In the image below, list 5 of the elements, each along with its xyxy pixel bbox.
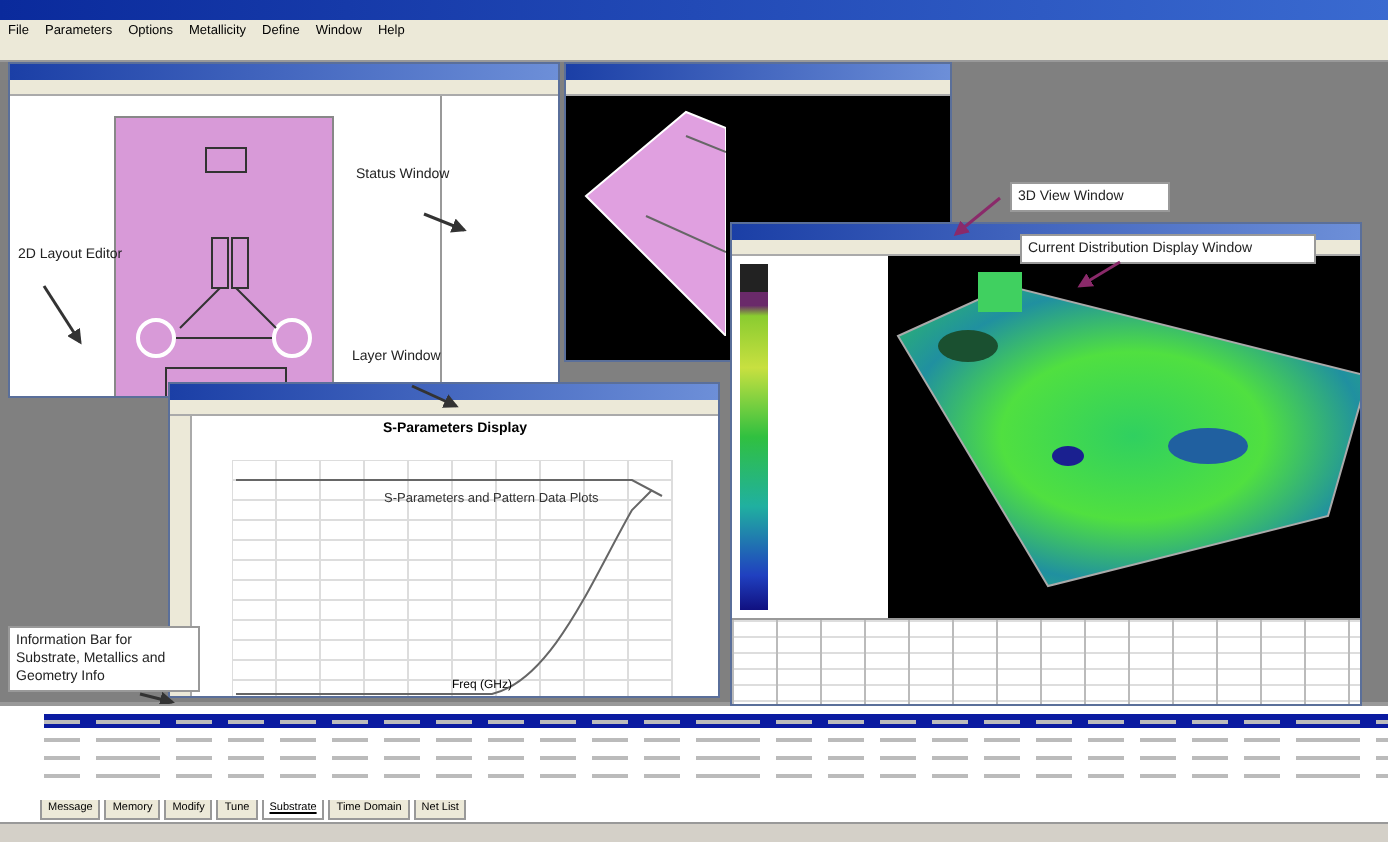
current-spot [1168, 428, 1248, 464]
info-row[interactable] [44, 714, 1388, 728]
current-spot [1052, 446, 1084, 466]
connector-block [978, 272, 1022, 312]
current-spot [938, 330, 998, 362]
